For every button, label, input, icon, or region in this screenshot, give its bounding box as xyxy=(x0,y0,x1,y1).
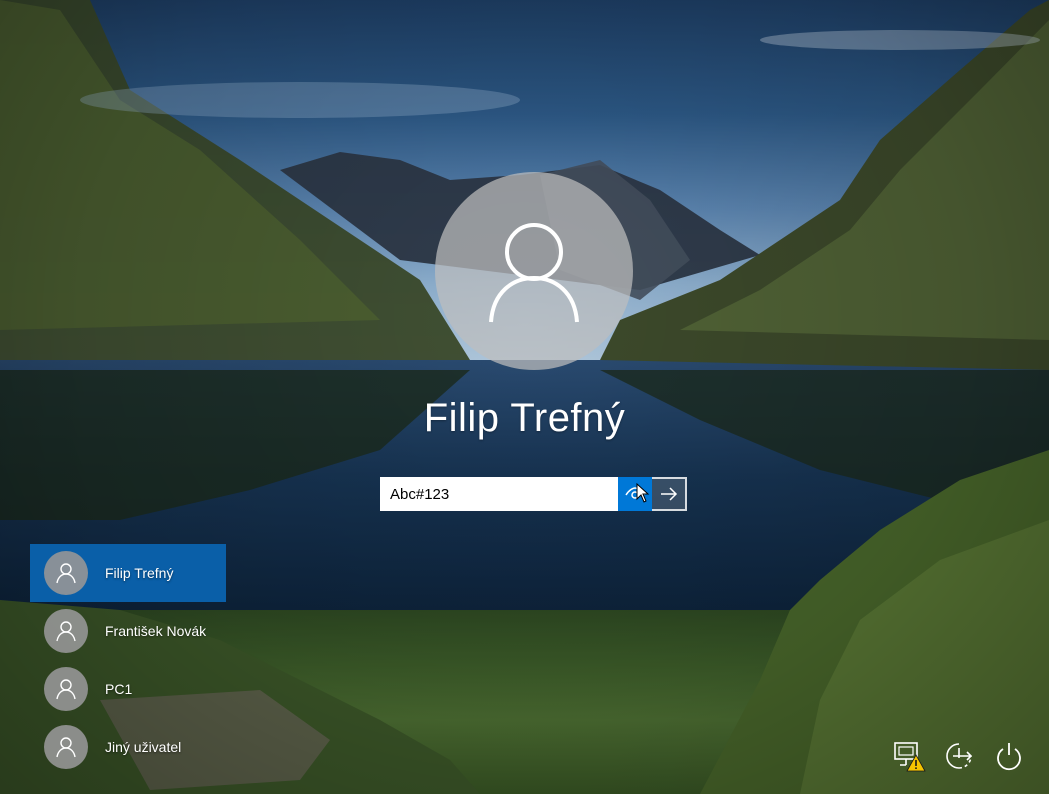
user-item-filip-trefny[interactable]: Filip Trefný xyxy=(30,544,226,602)
user-item-other-user[interactable]: Jiný uživatel xyxy=(30,718,226,776)
user-icon xyxy=(56,563,76,584)
user-item-label: František Novák xyxy=(105,623,207,639)
network-button[interactable] xyxy=(891,738,927,774)
network-warning-icon xyxy=(894,742,926,772)
avatar xyxy=(44,725,88,769)
submit-button[interactable] xyxy=(652,477,687,511)
arrow-right-icon xyxy=(660,487,677,501)
password-input[interactable] xyxy=(380,477,618,511)
user-icon xyxy=(56,737,76,758)
user-icon xyxy=(489,223,579,323)
selected-user-avatar xyxy=(435,172,633,370)
ease-of-access-icon xyxy=(946,743,973,769)
mouse-cursor-icon xyxy=(636,483,650,503)
user-item-pc1[interactable]: PC1 xyxy=(30,660,226,718)
user-item-label: Filip Trefný xyxy=(105,565,174,581)
ease-of-access-button[interactable] xyxy=(941,738,977,774)
user-item-label: Jiný uživatel xyxy=(105,739,182,755)
system-tray xyxy=(891,738,1027,774)
user-item-label: PC1 xyxy=(105,681,133,697)
user-icon xyxy=(56,621,76,642)
reveal-password-button[interactable] xyxy=(618,477,652,511)
avatar xyxy=(44,667,88,711)
selected-user-name: Filip Trefný xyxy=(423,396,626,440)
power-button[interactable] xyxy=(991,738,1027,774)
user-item-frantisek-novak[interactable]: František Novák xyxy=(30,602,226,660)
avatar xyxy=(44,609,88,653)
power-icon xyxy=(997,743,1021,771)
user-icon xyxy=(56,679,76,700)
user-list: Filip Trefný František Novák PC1 Jiný už… xyxy=(30,544,226,776)
avatar xyxy=(44,551,88,595)
password-field-group xyxy=(380,477,687,511)
